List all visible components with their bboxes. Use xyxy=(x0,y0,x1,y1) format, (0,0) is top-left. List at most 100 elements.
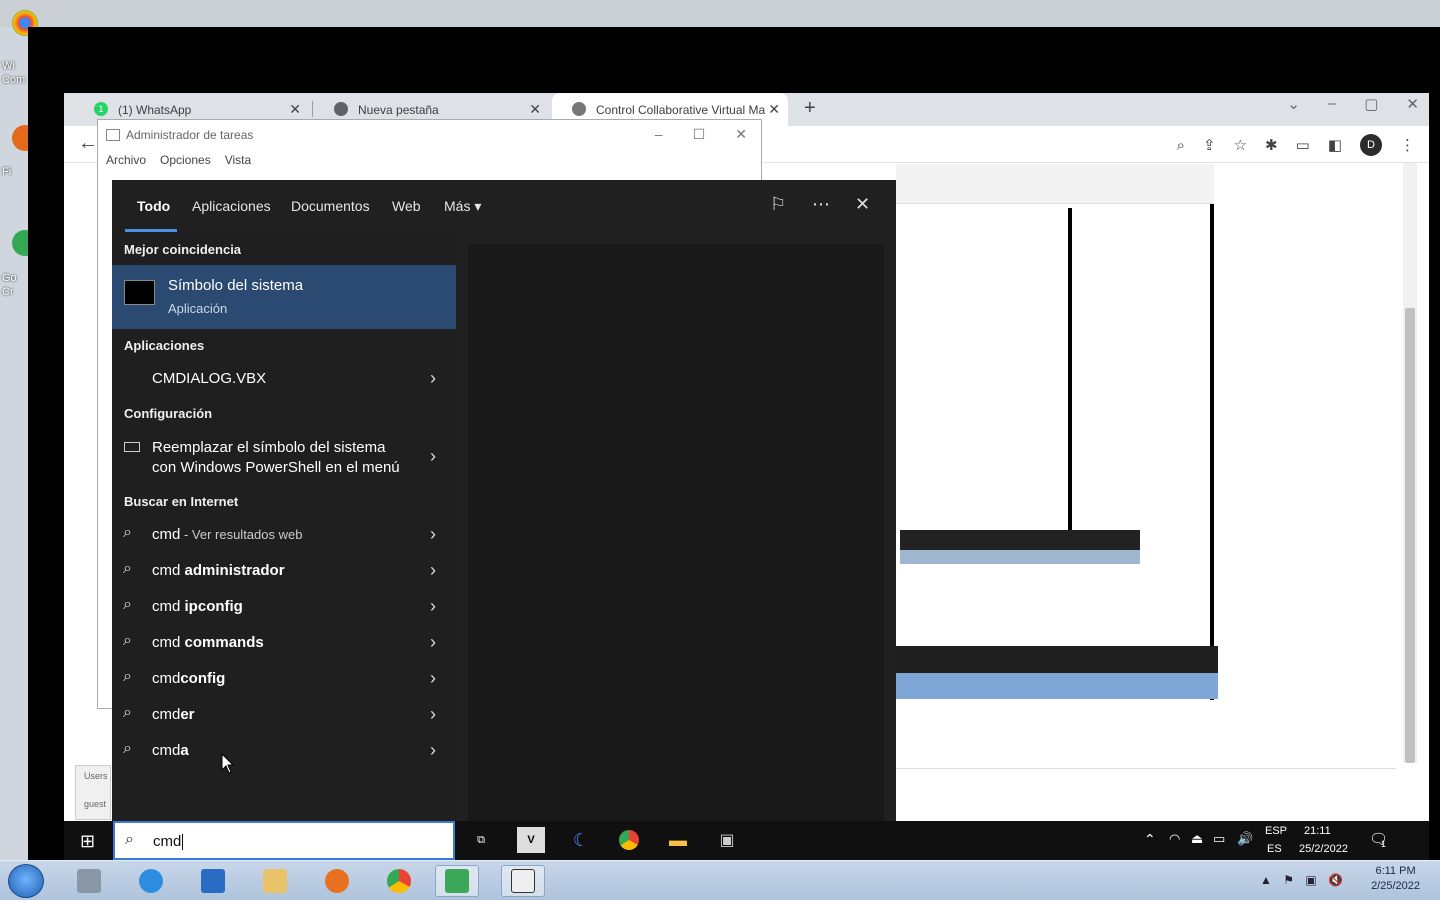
feedback-icon[interactable]: ⚐ xyxy=(770,194,786,215)
close-icon[interactable]: ✕ xyxy=(855,194,870,215)
close-tab-icon[interactable]: ✕ xyxy=(768,101,780,118)
preview-pane xyxy=(468,244,884,821)
vnc-app-icon[interactable]: V xyxy=(517,827,545,853)
new-tab-button[interactable]: + xyxy=(804,97,816,120)
minimize-button[interactable]: – xyxy=(655,126,663,143)
minimize-button[interactable]: – xyxy=(1328,95,1336,113)
task-view-icon[interactable]: ⧉ xyxy=(467,827,495,853)
folder-icon[interactable] xyxy=(253,865,297,897)
menu-opciones[interactable]: Opciones xyxy=(160,153,211,167)
system-tray: ⌃ ◠ ⏏ ▭ 🔊 ESP ES 21:11 25/2/2022 🗨 1 xyxy=(1109,825,1429,857)
printer-app-icon[interactable] xyxy=(67,865,111,897)
crescent-app-icon[interactable]: ☾ xyxy=(567,827,595,853)
tab-todo[interactable]: Todo xyxy=(137,198,170,214)
whatsapp-icon: 1 xyxy=(94,102,108,116)
chevron-right-icon[interactable]: › xyxy=(430,740,436,761)
chrome-app-icon[interactable] xyxy=(615,827,643,853)
tab-documentos[interactable]: Documentos xyxy=(291,198,370,214)
chevron-right-icon[interactable]: › xyxy=(430,524,436,545)
lang-code[interactable]: ESP xyxy=(1265,825,1287,837)
best-match-result[interactable]: Símbolo del sistema Aplicación xyxy=(112,265,456,329)
web-result-label: cmda xyxy=(152,742,189,759)
web-result[interactable]: ⌕ cmda › xyxy=(112,734,456,768)
tab-web[interactable]: Web xyxy=(392,198,421,214)
nested-lower-bar xyxy=(896,768,1396,798)
chevron-right-icon[interactable]: › xyxy=(430,446,436,467)
chevron-right-icon[interactable]: › xyxy=(430,596,436,617)
chevron-up-icon[interactable]: ▲ xyxy=(1260,873,1272,887)
windows-start-orb[interactable] xyxy=(8,864,44,898)
app-result[interactable]: CMDIALOG.VBX › xyxy=(112,362,456,396)
chevron-right-icon[interactable]: › xyxy=(430,632,436,653)
green-app-icon[interactable] xyxy=(435,865,479,897)
tab-aplicaciones[interactable]: Aplicaciones xyxy=(192,198,271,214)
users-panel: Users guest xyxy=(75,765,111,820)
more-options-icon[interactable]: ⋯ xyxy=(812,194,830,215)
side-panel-icon[interactable]: ◧ xyxy=(1328,136,1342,154)
powershell-icon[interactable] xyxy=(191,865,235,897)
settings-heading: Configuración xyxy=(124,406,213,421)
extensions-icon[interactable]: ✱ xyxy=(1265,136,1278,154)
maximize-button[interactable]: ☐ xyxy=(693,126,706,143)
network-icon[interactable]: ◠ xyxy=(1169,831,1180,847)
usb-icon[interactable]: ⏏ xyxy=(1191,831,1203,847)
maximize-button[interactable]: ▢ xyxy=(1364,95,1378,113)
zoom-icon[interactable]: ⌕ xyxy=(1177,137,1185,154)
web-query-completion: commands xyxy=(184,634,264,651)
windows-start-icon[interactable]: ⊞ xyxy=(80,831,95,852)
close-button[interactable]: ✕ xyxy=(735,126,747,143)
web-result[interactable]: ⌕ cmder › xyxy=(112,698,456,732)
firefox-icon[interactable] xyxy=(315,865,359,897)
clock-date[interactable]: 25/2/2022 xyxy=(1299,843,1348,855)
flag-icon[interactable]: ⚑ xyxy=(1283,873,1294,887)
local-date: 2/25/2022 xyxy=(1371,880,1420,892)
tab-search-icon[interactable]: ⌄ xyxy=(1287,95,1300,113)
battery-icon[interactable]: ▭ xyxy=(1213,831,1225,847)
menu-vista[interactable]: Vista xyxy=(225,153,251,167)
web-result[interactable]: ⌕ cmd administrador › xyxy=(112,554,456,588)
setting-result[interactable]: Reemplazar el símbolo del sistema con Wi… xyxy=(112,434,456,484)
profile-avatar[interactable]: D xyxy=(1360,134,1382,156)
command-prompt-icon xyxy=(124,280,155,305)
volume-icon[interactable]: 🔊 xyxy=(1237,831,1253,847)
web-result[interactable]: ⌕ cmd - Ver resultados web › xyxy=(112,518,456,552)
task-manager-app-icon[interactable]: ▣ xyxy=(713,827,741,853)
local-clock[interactable]: 6:11 PM 2/25/2022 xyxy=(1371,865,1420,892)
chevron-right-icon[interactable]: › xyxy=(430,560,436,581)
vnc-viewer-icon[interactable] xyxy=(501,865,545,897)
web-result[interactable]: ⌕ cmd ipconfig › xyxy=(112,590,456,624)
clock-time[interactable]: 21:11 xyxy=(1304,825,1331,837)
setting-line-1: Reemplazar el símbolo del sistema xyxy=(152,439,386,456)
cast-icon[interactable]: ▭ xyxy=(1296,136,1310,154)
close-tab-icon[interactable]: ✕ xyxy=(529,101,541,118)
chevron-right-icon[interactable]: › xyxy=(430,668,436,689)
web-query-completion: config xyxy=(180,670,226,687)
menu-archivo[interactable]: Archivo xyxy=(106,153,146,167)
taskbar-search-box[interactable]: ⌕ cmd xyxy=(113,821,455,860)
internet-explorer-icon[interactable] xyxy=(129,865,173,897)
tab-mas[interactable]: Más ▾ xyxy=(444,198,481,215)
share-icon[interactable]: ⇪ xyxy=(1203,136,1216,154)
taskbar-settings-icon xyxy=(124,442,140,452)
chevron-right-icon[interactable]: › xyxy=(430,368,436,389)
back-button[interactable]: ← xyxy=(78,132,98,155)
page-scrollbar[interactable] xyxy=(1403,163,1417,763)
chrome-icon[interactable] xyxy=(377,865,421,897)
chevron-up-icon[interactable]: ⌃ xyxy=(1144,831,1156,848)
close-button[interactable]: ✕ xyxy=(1406,95,1419,113)
lang-region[interactable]: ES xyxy=(1267,843,1282,855)
web-result[interactable]: ⌕ cmd commands › xyxy=(112,626,456,660)
chevron-right-icon[interactable]: › xyxy=(430,704,436,725)
file-explorer-icon[interactable]: ▬ xyxy=(664,827,692,853)
local-taskbar: ▲ ⚑ ▣ 🔇 6:11 PM 2/25/2022 xyxy=(0,860,1440,900)
close-tab-icon[interactable]: ✕ xyxy=(289,101,301,118)
toolbar-icons: ⌕ ⇪ ☆ ✱ ▭ ◧ D ⋮ xyxy=(1177,134,1415,156)
scrollbar-thumb[interactable] xyxy=(1405,308,1415,763)
network-icon[interactable]: ▣ xyxy=(1305,873,1316,887)
menu-kebab-icon[interactable]: ⋮ xyxy=(1400,136,1415,154)
search-icon: ⌕ xyxy=(123,632,132,649)
volume-muted-icon[interactable]: 🔇 xyxy=(1328,873,1343,887)
search-input[interactable]: cmd xyxy=(153,833,184,851)
web-result[interactable]: ⌕ cmdconfig › xyxy=(112,662,456,696)
bookmark-star-icon[interactable]: ☆ xyxy=(1234,136,1247,154)
